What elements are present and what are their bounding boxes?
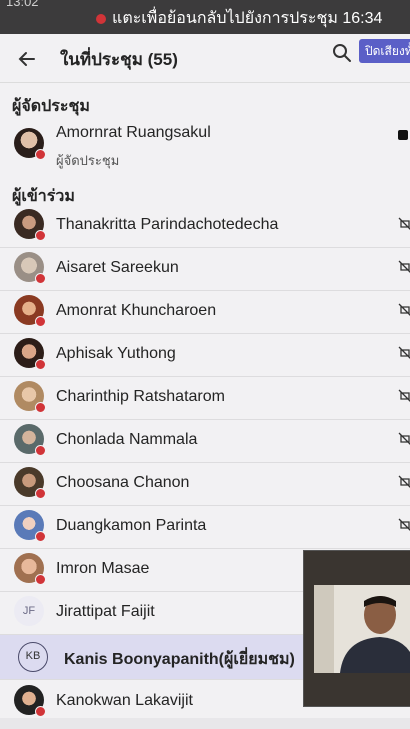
participant-name: Chonlada Nammala [56,431,198,448]
busy-status-icon [35,574,46,585]
participant-name: Duangkamon Parinta [56,517,207,534]
busy-status-icon [35,359,46,370]
mic-off-icon [398,389,410,402]
back-arrow-icon[interactable] [14,46,40,72]
status-time: 13:02 [6,0,39,9]
participant-name: Kanokwan Lakavijit [56,692,193,709]
list-item[interactable]: Duangkamon Parinta [0,505,410,549]
avatar [14,338,46,370]
mic-off-icon [398,217,410,230]
busy-status-icon [35,531,46,542]
avatar [14,128,46,160]
busy-status-icon [35,149,46,160]
busy-status-icon [35,230,46,241]
return-banner[interactable]: แตะเพื่อย้อนกลับไปยังการประชุม 16:34 [96,6,382,31]
page-title: ในที่ประชุม (55) [60,50,178,69]
avatar-initials: KB [18,642,48,672]
busy-status-icon [35,445,46,456]
participant-name: Aphisak Yuthong [56,345,176,362]
participant-name: Choosana Chanon [56,474,190,491]
list-item[interactable]: Aisaret Sareekun [0,247,410,291]
list-item[interactable]: Choosana Chanon [0,462,410,506]
busy-status-icon [35,706,46,717]
participant-name: Imron Masae [56,560,150,577]
return-to-meeting-bar[interactable]: 13:02 แตะเพื่อย้อนกลับไปยังการประชุม 16:… [0,0,410,34]
mute-all-button[interactable]: ปิดเสียงทั้งหมด [359,39,410,63]
avatar-initials: JF [14,596,44,626]
avatar [14,252,46,284]
participant-name: Amonrat Khuncharoen [56,302,217,319]
mic-off-icon [398,346,410,359]
list-item[interactable]: Chonlada Nammala [0,419,410,463]
more-icon[interactable] [398,130,408,140]
avatar [14,510,46,542]
list-item[interactable]: Thanakritta Parindachotedecha [0,204,410,248]
list-item[interactable]: Aphisak Yuthong [0,333,410,377]
return-banner-text: แตะเพื่อย้อนกลับไปยังการประชุม 16:34 [112,10,383,27]
bottom-edge [0,718,410,729]
avatar [14,467,46,499]
mic-off-icon [398,260,410,273]
search-icon[interactable] [330,41,354,65]
self-video-tile[interactable] [303,550,410,707]
avatar [14,424,46,456]
participant-name: Thanakritta Parindachotedecha [56,216,279,233]
participant-name: Kanis Boonyapanith(ผู้เยี่ยมชม) [64,651,295,668]
list-item[interactable]: Charinthip Ratshatarom [0,376,410,420]
list-item[interactable]: Amonrat Khuncharoen [0,290,410,334]
participant-name: Charinthip Ratshatarom [56,388,225,405]
mic-off-icon [398,518,410,531]
organizer-name: Amornrat Ruangsakul [56,124,211,141]
avatar: JF [14,596,44,626]
recording-dot-icon [96,13,106,24]
busy-status-icon [35,316,46,327]
avatar [14,685,46,717]
avatar [14,209,46,241]
avatar [14,381,46,413]
busy-status-icon [35,488,46,499]
section-organizers: ผู้จัดประชุม [12,98,90,115]
video-person [314,585,410,673]
mic-off-icon [398,303,410,316]
busy-status-icon [35,402,46,413]
organizer-row[interactable]: Amornrat Ruangsakul ผู้จัดประชุม [0,122,410,174]
mic-off-icon [398,432,410,445]
organizer-role: ผู้จัดประชุม [56,153,120,168]
avatar: KB [18,642,48,672]
participant-name: Aisaret Sareekun [56,259,179,276]
avatar [14,553,46,585]
participant-name: Jirattipat Faijit [56,603,155,620]
participants-header: ในที่ประชุม (55) [0,34,410,83]
avatar [14,295,46,327]
busy-status-icon [35,273,46,284]
mic-off-icon [398,475,410,488]
